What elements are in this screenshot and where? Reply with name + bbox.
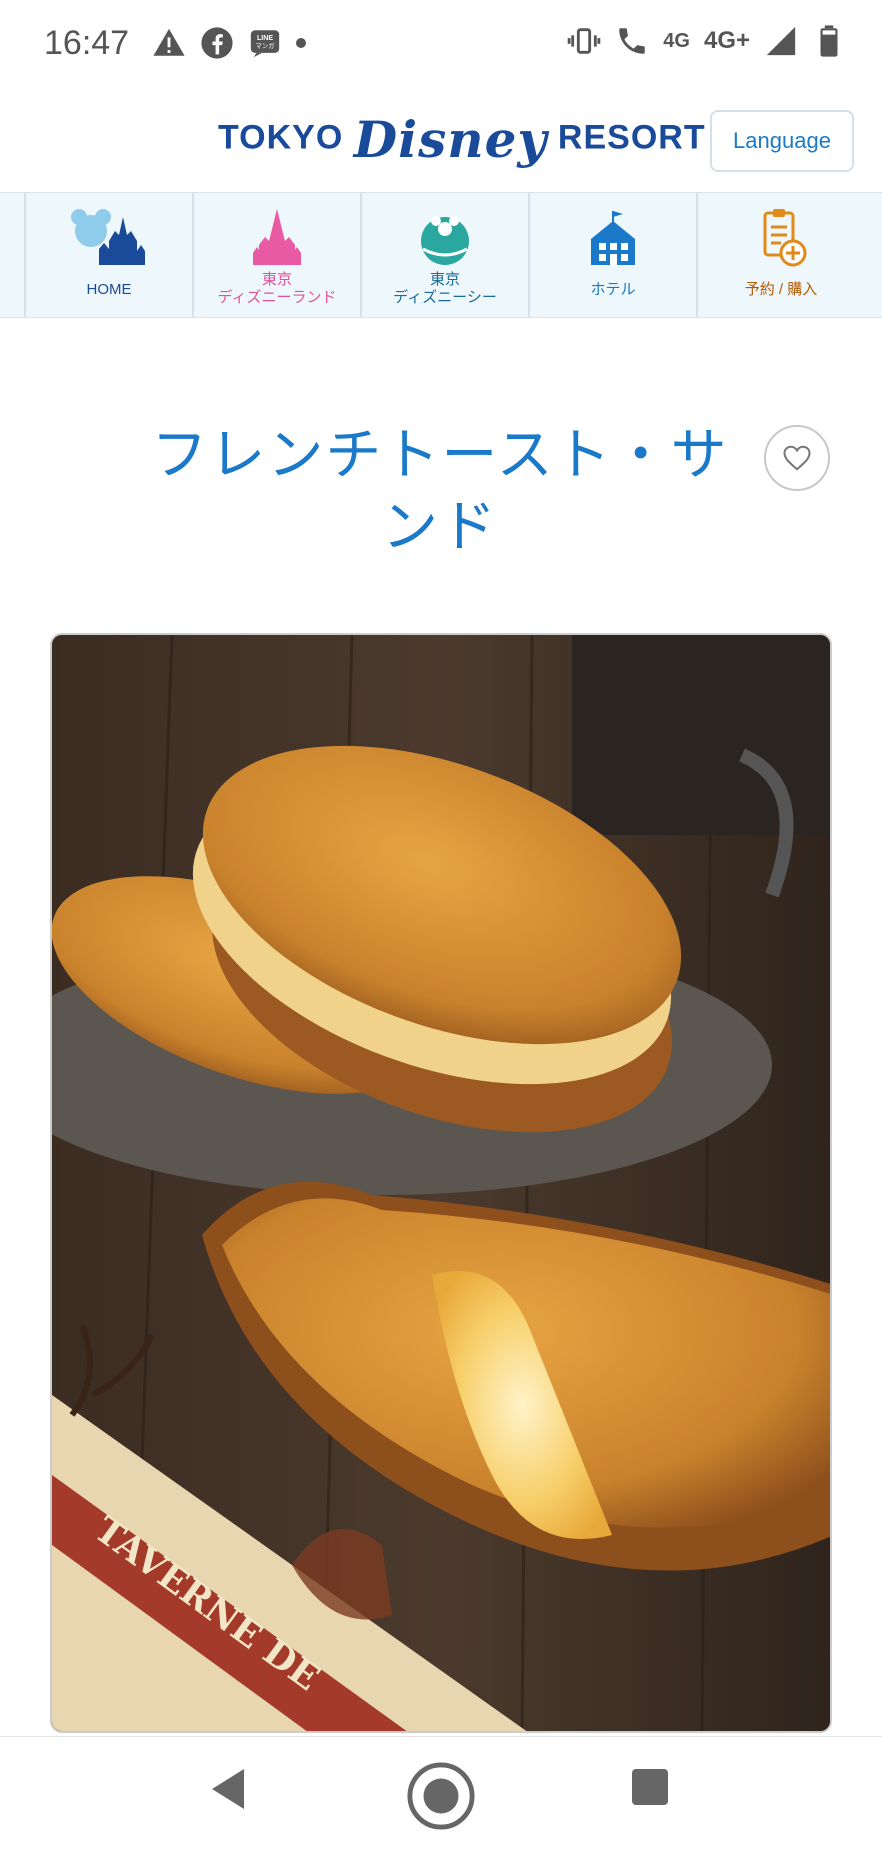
nav-item-tokyo-disneysea[interactable]: 東京 ディズニーシー	[360, 193, 528, 317]
line-manga-icon: LINEマンガ	[250, 30, 280, 58]
logo-disney-text: Disney	[353, 110, 548, 169]
status-notification-icons: LINE マンガ	[152, 26, 306, 60]
site-header: TOKYO Disney RESORT R Language	[0, 92, 882, 190]
nav-label-disneyland-line1: 東京	[261, 271, 292, 288]
food-photo: TAVERNE DE	[50, 633, 832, 1733]
favorite-button[interactable]	[764, 425, 830, 491]
more-notifications-dot-icon	[296, 38, 306, 48]
logo-resort-text: RESORT	[557, 118, 706, 157]
status-system-icons: 4G 4G+	[567, 24, 846, 58]
nav-item-reserve-purchase[interactable]: 予約 / 購入	[696, 193, 864, 317]
nav-item-tokyo-disneyland[interactable]: 東京 ディズニーランド	[192, 193, 360, 317]
back-icon[interactable]	[208, 1767, 248, 1811]
logo-tokyo-text: TOKYO	[218, 118, 344, 157]
network-4g-plus-label: 4G+	[703, 27, 750, 54]
heart-icon	[783, 445, 811, 471]
status-bar: 16:47 LINE マンガ 4G 4G+	[0, 0, 882, 92]
nav-label-hotel: ホテル	[590, 281, 636, 298]
network-4g-label: 4G	[663, 29, 690, 52]
vibrate-icon	[567, 28, 601, 54]
battery-icon	[820, 25, 838, 57]
disneysea-globe-icon	[421, 216, 469, 265]
nav-label-reserve: 予約 / 購入	[744, 281, 818, 298]
nav-item-home[interactable]: HOME	[24, 193, 192, 317]
nav-item-hotel[interactable]: ホテル	[528, 193, 696, 317]
nav-label-home: HOME	[86, 281, 132, 298]
signal-icon	[766, 26, 796, 56]
nav-label-disneyland: 東京 ディズニーランド	[194, 271, 360, 307]
page-title-line2: ンド	[382, 495, 498, 560]
status-time: 16:47	[44, 24, 130, 62]
android-navigation-bar	[0, 1736, 882, 1855]
home-icon[interactable]	[406, 1761, 476, 1831]
nav-label-disneysea-line1: 東京	[429, 271, 460, 288]
nav-label-disneysea-line2: ディズニーシー	[393, 289, 497, 306]
castle-home-icon	[71, 209, 145, 265]
nav-label-disneysea: 東京 ディズニーシー	[362, 271, 528, 307]
recents-icon[interactable]	[630, 1767, 670, 1807]
nav-label-disneyland-line2: ディズニーランド	[217, 289, 337, 306]
clipboard-plus-icon	[763, 209, 807, 267]
main-nav: HOME 東京 ディズニーランド 東京 ディズニーシー ホテル 予約 / 購入	[0, 192, 882, 318]
facebook-icon	[201, 27, 233, 59]
language-button[interactable]: Language	[710, 110, 854, 172]
warning-icon	[153, 28, 185, 56]
wifi-call-icon	[619, 28, 646, 54]
page-title: フレンチトースト・サ ンド	[140, 420, 740, 564]
disneyland-castle-icon	[253, 209, 301, 265]
french-toast-sandwich-image: TAVERNE DE	[52, 635, 830, 1731]
page-title-line1: フレンチトースト・サ	[151, 423, 729, 488]
tokyo-disney-resort-logo[interactable]: TOKYO Disney RESORT R	[218, 110, 746, 169]
hotel-icon	[591, 211, 635, 265]
svg-text:マンガ: マンガ	[255, 41, 275, 50]
